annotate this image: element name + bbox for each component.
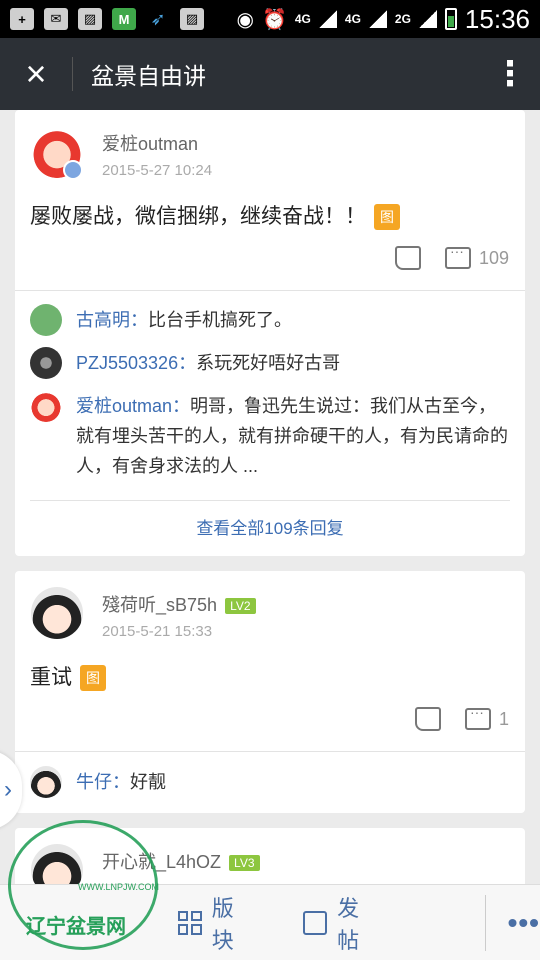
reply-username[interactable]: 古高明 <box>76 310 130 330</box>
comment-button[interactable]: 109 <box>444 243 509 269</box>
page-title: 盆景自由讲 <box>91 63 206 89</box>
more-options-button[interactable]: ⋮ <box>480 38 540 110</box>
reply-item[interactable]: 爱桩outman：明哥，鲁迅先生说过：我们从古至今，就有埋头苦干的人，就有拼命硬… <box>30 390 510 481</box>
level-badge: LV2 <box>225 598 256 615</box>
reply-separator: ： <box>178 353 197 373</box>
header-divider <box>72 57 73 91</box>
image-tag-icon: 图 <box>374 204 400 231</box>
thumbs-up-icon <box>414 707 441 731</box>
post-header: 殘荷听_sB75h LV2 2015-5-21 15:33 <box>15 571 525 661</box>
status-bar: + ✉ ▨ M ➶ ▨ ◉ ⏰ 4G 4G 2G 15:36 <box>0 0 540 38</box>
reply-username[interactable]: PZJ5503326 <box>76 353 178 373</box>
more-menu-button[interactable]: ••• <box>508 907 540 939</box>
level-badge: LV3 <box>229 855 260 872</box>
reply-separator: ： <box>130 310 148 330</box>
reply-username[interactable]: 爱桩outman <box>76 396 172 416</box>
comment-button[interactable]: 1 <box>464 704 509 730</box>
network-label-1: 4G <box>294 12 311 26</box>
reply-item[interactable]: 古高明：比台手机搞死了。 <box>30 304 510 336</box>
divider <box>30 500 510 501</box>
post-body[interactable]: 重试图 <box>30 661 106 692</box>
like-button[interactable] <box>414 707 441 731</box>
post-username[interactable]: 殘荷听_sB75h LV2 <box>102 591 256 617</box>
post-username-text: 殘荷听_sB75h <box>102 595 218 615</box>
post-actions: 109 <box>394 243 509 270</box>
bird-icon: ➶ <box>150 8 166 29</box>
post-card[interactable]: 殘荷听_sB75h LV2 2015-5-21 15:33 重试图 1 牛仔：好靓 <box>15 571 525 813</box>
status-left-icons: + ✉ ▨ M ➶ ▨ <box>10 8 204 30</box>
signal-icon <box>418 10 437 28</box>
toolbar-divider <box>484 894 486 951</box>
image-icon: ▨ <box>180 8 204 30</box>
like-button[interactable] <box>394 246 421 270</box>
network-label-3: 2G <box>394 12 411 26</box>
signal-icon <box>318 10 337 28</box>
post-text: 屡败屡战，微信捆绑，继续奋战！！ <box>30 205 366 228</box>
edit-icon <box>303 910 328 935</box>
network-label-2: 4G <box>344 12 361 26</box>
status-right-icons: ◉ ⏰ 4G 4G 2G 15:36 <box>237 4 530 35</box>
post-username[interactable]: 爱桩outman <box>102 130 198 156</box>
clock-time: 15:36 <box>464 3 530 34</box>
comment-count: 1 <box>498 708 509 729</box>
new-post-label: 发帖 <box>337 895 360 953</box>
reply-text: 好靓 <box>130 772 166 792</box>
avatar[interactable] <box>30 304 62 336</box>
avatar[interactable] <box>30 390 62 422</box>
watermark-url: WWW.LNPJW.COM <box>78 882 159 892</box>
reply-content: 古高明：比台手机搞死了。 <box>76 305 292 335</box>
divider <box>15 290 525 291</box>
image-tag-icon: 图 <box>80 665 106 692</box>
reply-list: 古高明：比台手机搞死了。 PZJ5503326：系玩死好唔好古哥 爱桩outma… <box>30 304 510 493</box>
view-all-replies-link[interactable]: 查看全部109条回复 <box>15 514 525 539</box>
post-header: 爱桩outman 2015-5-27 10:24 <box>15 110 525 200</box>
reply-separator: ： <box>172 396 191 416</box>
comment-count: 109 <box>478 247 509 268</box>
post-timestamp: 2015-5-27 10:24 <box>102 162 213 179</box>
thumbs-up-icon <box>394 246 421 270</box>
avatar[interactable] <box>31 587 83 639</box>
close-icon: × <box>25 53 47 94</box>
plus-icon: + <box>10 8 34 30</box>
signal-icon <box>368 10 387 28</box>
reply-text: 系玩死好唔好古哥 <box>196 353 341 373</box>
app-icon: M <box>112 8 136 30</box>
comment-icon <box>464 704 491 730</box>
grid-icon <box>178 910 202 935</box>
comment-icon <box>444 243 471 269</box>
close-button[interactable]: × <box>0 38 72 110</box>
more-vertical-icon: ⋮ <box>493 55 527 93</box>
avatar[interactable] <box>30 347 62 379</box>
divider <box>15 751 525 752</box>
post-body[interactable]: 屡败屡战，微信捆绑，继续奋战！！ 图 <box>30 200 400 231</box>
post-timestamp: 2015-5-21 15:33 <box>102 623 213 640</box>
app-header: × 盆景自由讲 ⋮ <box>0 38 540 110</box>
new-post-button[interactable]: 发帖 <box>303 891 380 955</box>
blocks-label: 版块 <box>211 895 234 953</box>
eye-icon: ◉ <box>236 8 254 31</box>
more-horizontal-icon: ••• <box>507 906 540 938</box>
reply-text: 比台手机搞死了。 <box>148 310 292 330</box>
reply-content: PZJ5503326：系玩死好唔好古哥 <box>76 348 340 378</box>
post-feed[interactable]: 爱桩outman 2015-5-27 10:24 屡败屡战，微信捆绑，继续奋战！… <box>0 110 540 884</box>
reply-item[interactable]: PZJ5503326：系玩死好唔好古哥 <box>30 347 510 379</box>
verified-user-icon <box>63 160 83 180</box>
reply-content: 爱桩outman：明哥，鲁迅先生说过：我们从古至今，就有埋头苦干的人，就有拼命硬… <box>76 391 510 481</box>
image-icon: ▨ <box>78 8 102 30</box>
watermark-text: 辽宁盆景网 <box>26 916 126 938</box>
alarm-icon: ⏰ <box>261 8 287 31</box>
post-actions: 1 <box>414 704 509 731</box>
watermark-logo: WWW.LNPJW.COM 辽宁盆景网 <box>0 790 165 960</box>
blocks-button[interactable]: 版块 <box>178 891 255 955</box>
battery-icon <box>444 8 457 30</box>
post-card[interactable]: 爱桩outman 2015-5-27 10:24 屡败屡战，微信捆绑，继续奋战！… <box>15 110 525 556</box>
reply-separator: ： <box>112 772 130 792</box>
reply-username[interactable]: 牛仔 <box>76 772 112 792</box>
mail-icon: ✉ <box>44 8 68 30</box>
post-text: 重试 <box>30 666 72 689</box>
